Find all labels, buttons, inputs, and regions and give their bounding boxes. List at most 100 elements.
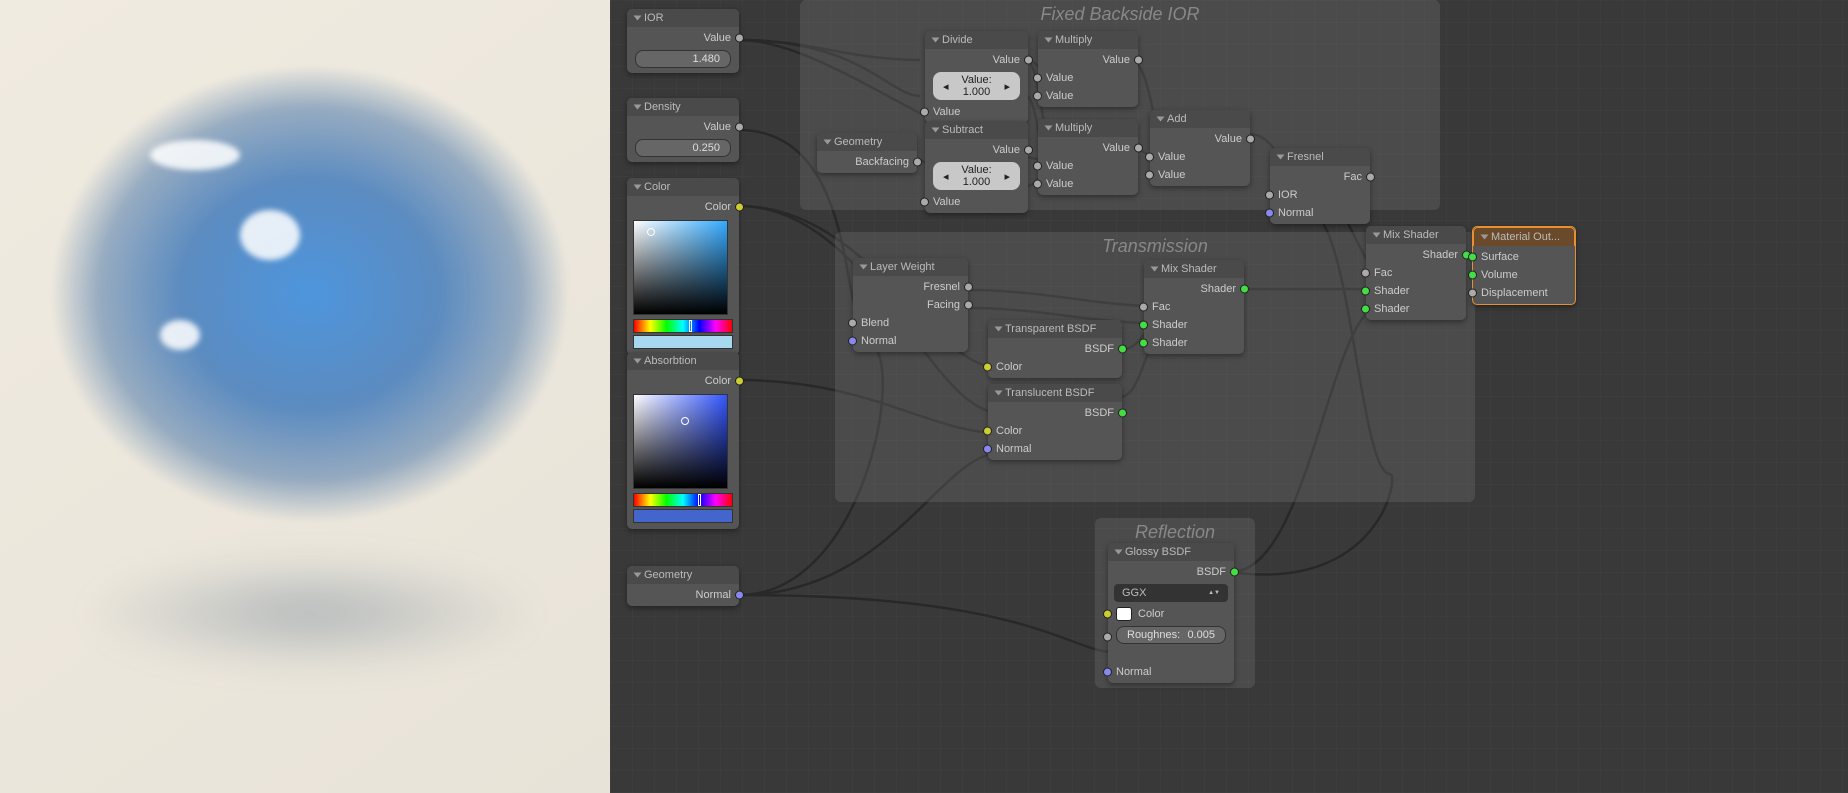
color-picker[interactable] — [633, 220, 728, 315]
node-header[interactable]: Transparent BSDF — [988, 320, 1122, 338]
color-chip[interactable] — [1116, 607, 1132, 621]
socket-in[interactable] — [1265, 191, 1274, 200]
socket-out[interactable] — [735, 377, 744, 386]
socket-out[interactable] — [1246, 135, 1255, 144]
node-header[interactable]: Layer Weight — [853, 258, 968, 276]
socket-in[interactable] — [1139, 321, 1148, 330]
node-header[interactable]: Absorbtion — [627, 352, 739, 370]
color-picker[interactable] — [633, 394, 728, 489]
socket-in[interactable] — [1033, 162, 1042, 171]
socket-in[interactable] — [983, 445, 992, 454]
collapse-icon[interactable] — [932, 128, 940, 133]
node-geometry[interactable]: Geometry Normal — [627, 566, 739, 606]
node-absorption[interactable]: Absorbtion Color — [627, 352, 739, 529]
socket-out[interactable] — [1134, 144, 1143, 153]
value-field[interactable]: 0.250 — [635, 139, 731, 157]
color-cursor[interactable] — [681, 417, 689, 425]
socket-out[interactable] — [964, 283, 973, 292]
node-header[interactable]: Divide — [925, 31, 1028, 49]
node-geometry-backfacing[interactable]: Geometry Backfacing — [817, 133, 917, 173]
socket-in[interactable] — [1361, 269, 1370, 278]
node-header[interactable]: Translucent BSDF — [988, 384, 1122, 402]
hue-cursor[interactable] — [689, 320, 692, 332]
socket-out[interactable] — [735, 203, 744, 212]
collapse-icon[interactable] — [1373, 233, 1381, 238]
distribution-dropdown[interactable]: GGX▲▼ — [1114, 584, 1228, 602]
socket-out[interactable] — [1134, 56, 1143, 65]
socket-out[interactable] — [1118, 345, 1127, 354]
socket-in[interactable] — [983, 427, 992, 436]
node-subtract[interactable]: Subtract Value ◂Value: 1.000▸ Value — [925, 121, 1028, 213]
socket-in[interactable] — [1361, 287, 1370, 296]
socket-in[interactable] — [920, 108, 929, 117]
value-field[interactable]: 1.480 — [635, 50, 731, 68]
socket-in[interactable] — [1103, 633, 1112, 642]
socket-in[interactable] — [1468, 253, 1477, 262]
collapse-icon[interactable] — [634, 359, 642, 364]
socket-out[interactable] — [1240, 285, 1249, 294]
node-header[interactable]: Mix Shader — [1366, 226, 1466, 244]
node-header[interactable]: Add — [1150, 110, 1250, 128]
node-multiply[interactable]: Multiply Value Value Value — [1038, 119, 1138, 195]
socket-out[interactable] — [735, 591, 744, 600]
color-cursor[interactable] — [647, 228, 655, 236]
node-header[interactable]: Glossy BSDF — [1108, 543, 1234, 561]
node-header[interactable]: Multiply — [1038, 119, 1138, 137]
socket-in[interactable] — [1139, 339, 1148, 348]
collapse-icon[interactable] — [860, 265, 868, 270]
node-header[interactable]: Geometry — [817, 133, 917, 151]
node-material-output[interactable]: Material Out... Surface Volume Displacem… — [1472, 226, 1576, 305]
socket-in[interactable] — [1139, 303, 1148, 312]
collapse-icon[interactable] — [1277, 155, 1285, 160]
collapse-icon[interactable] — [932, 38, 940, 43]
node-header[interactable]: Mix Shader — [1144, 260, 1244, 278]
node-header[interactable]: Density — [627, 98, 739, 116]
node-header[interactable]: Color — [627, 178, 739, 196]
socket-in[interactable] — [1145, 153, 1154, 162]
collapse-icon[interactable] — [1151, 267, 1159, 272]
collapse-icon[interactable] — [824, 140, 832, 145]
socket-out[interactable] — [964, 301, 973, 310]
socket-out[interactable] — [1024, 56, 1033, 65]
hue-slider[interactable] — [633, 319, 733, 333]
socket-out[interactable] — [1230, 568, 1239, 577]
node-header[interactable]: Material Out... — [1473, 227, 1575, 246]
node-multiply[interactable]: Multiply Value Value Value — [1038, 31, 1138, 107]
node-translucent-bsdf[interactable]: Translucent BSDF BSDF Color Normal — [988, 384, 1122, 460]
value-field[interactable]: ◂Value: 1.000▸ — [933, 72, 1020, 100]
collapse-icon[interactable] — [995, 327, 1003, 332]
socket-in[interactable] — [1033, 180, 1042, 189]
collapse-icon[interactable] — [634, 105, 642, 110]
socket-in[interactable] — [1468, 289, 1477, 298]
socket-in[interactable] — [983, 363, 992, 372]
node-mix-shader[interactable]: Mix Shader Shader Fac Shader Shader — [1144, 260, 1244, 354]
socket-in[interactable] — [1265, 209, 1274, 218]
hue-cursor[interactable] — [698, 494, 701, 506]
color-swatch[interactable] — [633, 509, 733, 523]
socket-out[interactable] — [1024, 146, 1033, 155]
socket-in[interactable] — [1145, 171, 1154, 180]
socket-in[interactable] — [1033, 92, 1042, 101]
node-fresnel[interactable]: Fresnel Fac IOR Normal — [1270, 148, 1370, 224]
socket-in[interactable] — [1033, 74, 1042, 83]
socket-in[interactable] — [848, 319, 857, 328]
collapse-icon[interactable] — [1481, 235, 1489, 240]
collapse-icon[interactable] — [1045, 126, 1053, 131]
socket-out[interactable] — [1118, 409, 1127, 418]
collapse-icon[interactable] — [1157, 117, 1165, 122]
socket-in[interactable] — [1361, 305, 1370, 314]
socket-out[interactable] — [1366, 173, 1375, 182]
node-color[interactable]: Color Color — [627, 178, 739, 355]
collapse-icon[interactable] — [995, 391, 1003, 396]
node-transparent-bsdf[interactable]: Transparent BSDF BSDF Color — [988, 320, 1122, 378]
roughness-field[interactable]: Roughnes:0.005 — [1116, 626, 1226, 644]
socket-in[interactable] — [920, 198, 929, 207]
collapse-icon[interactable] — [1045, 38, 1053, 43]
collapse-icon[interactable] — [634, 573, 642, 578]
node-header[interactable]: IOR — [627, 9, 739, 27]
node-glossy-bsdf[interactable]: Glossy BSDF BSDF GGX▲▼ Color Roughnes:0.… — [1108, 543, 1234, 683]
socket-in[interactable] — [848, 337, 857, 346]
hue-slider[interactable] — [633, 493, 733, 507]
value-field[interactable]: ◂Value: 1.000▸ — [933, 162, 1020, 190]
socket-out[interactable] — [913, 158, 922, 167]
